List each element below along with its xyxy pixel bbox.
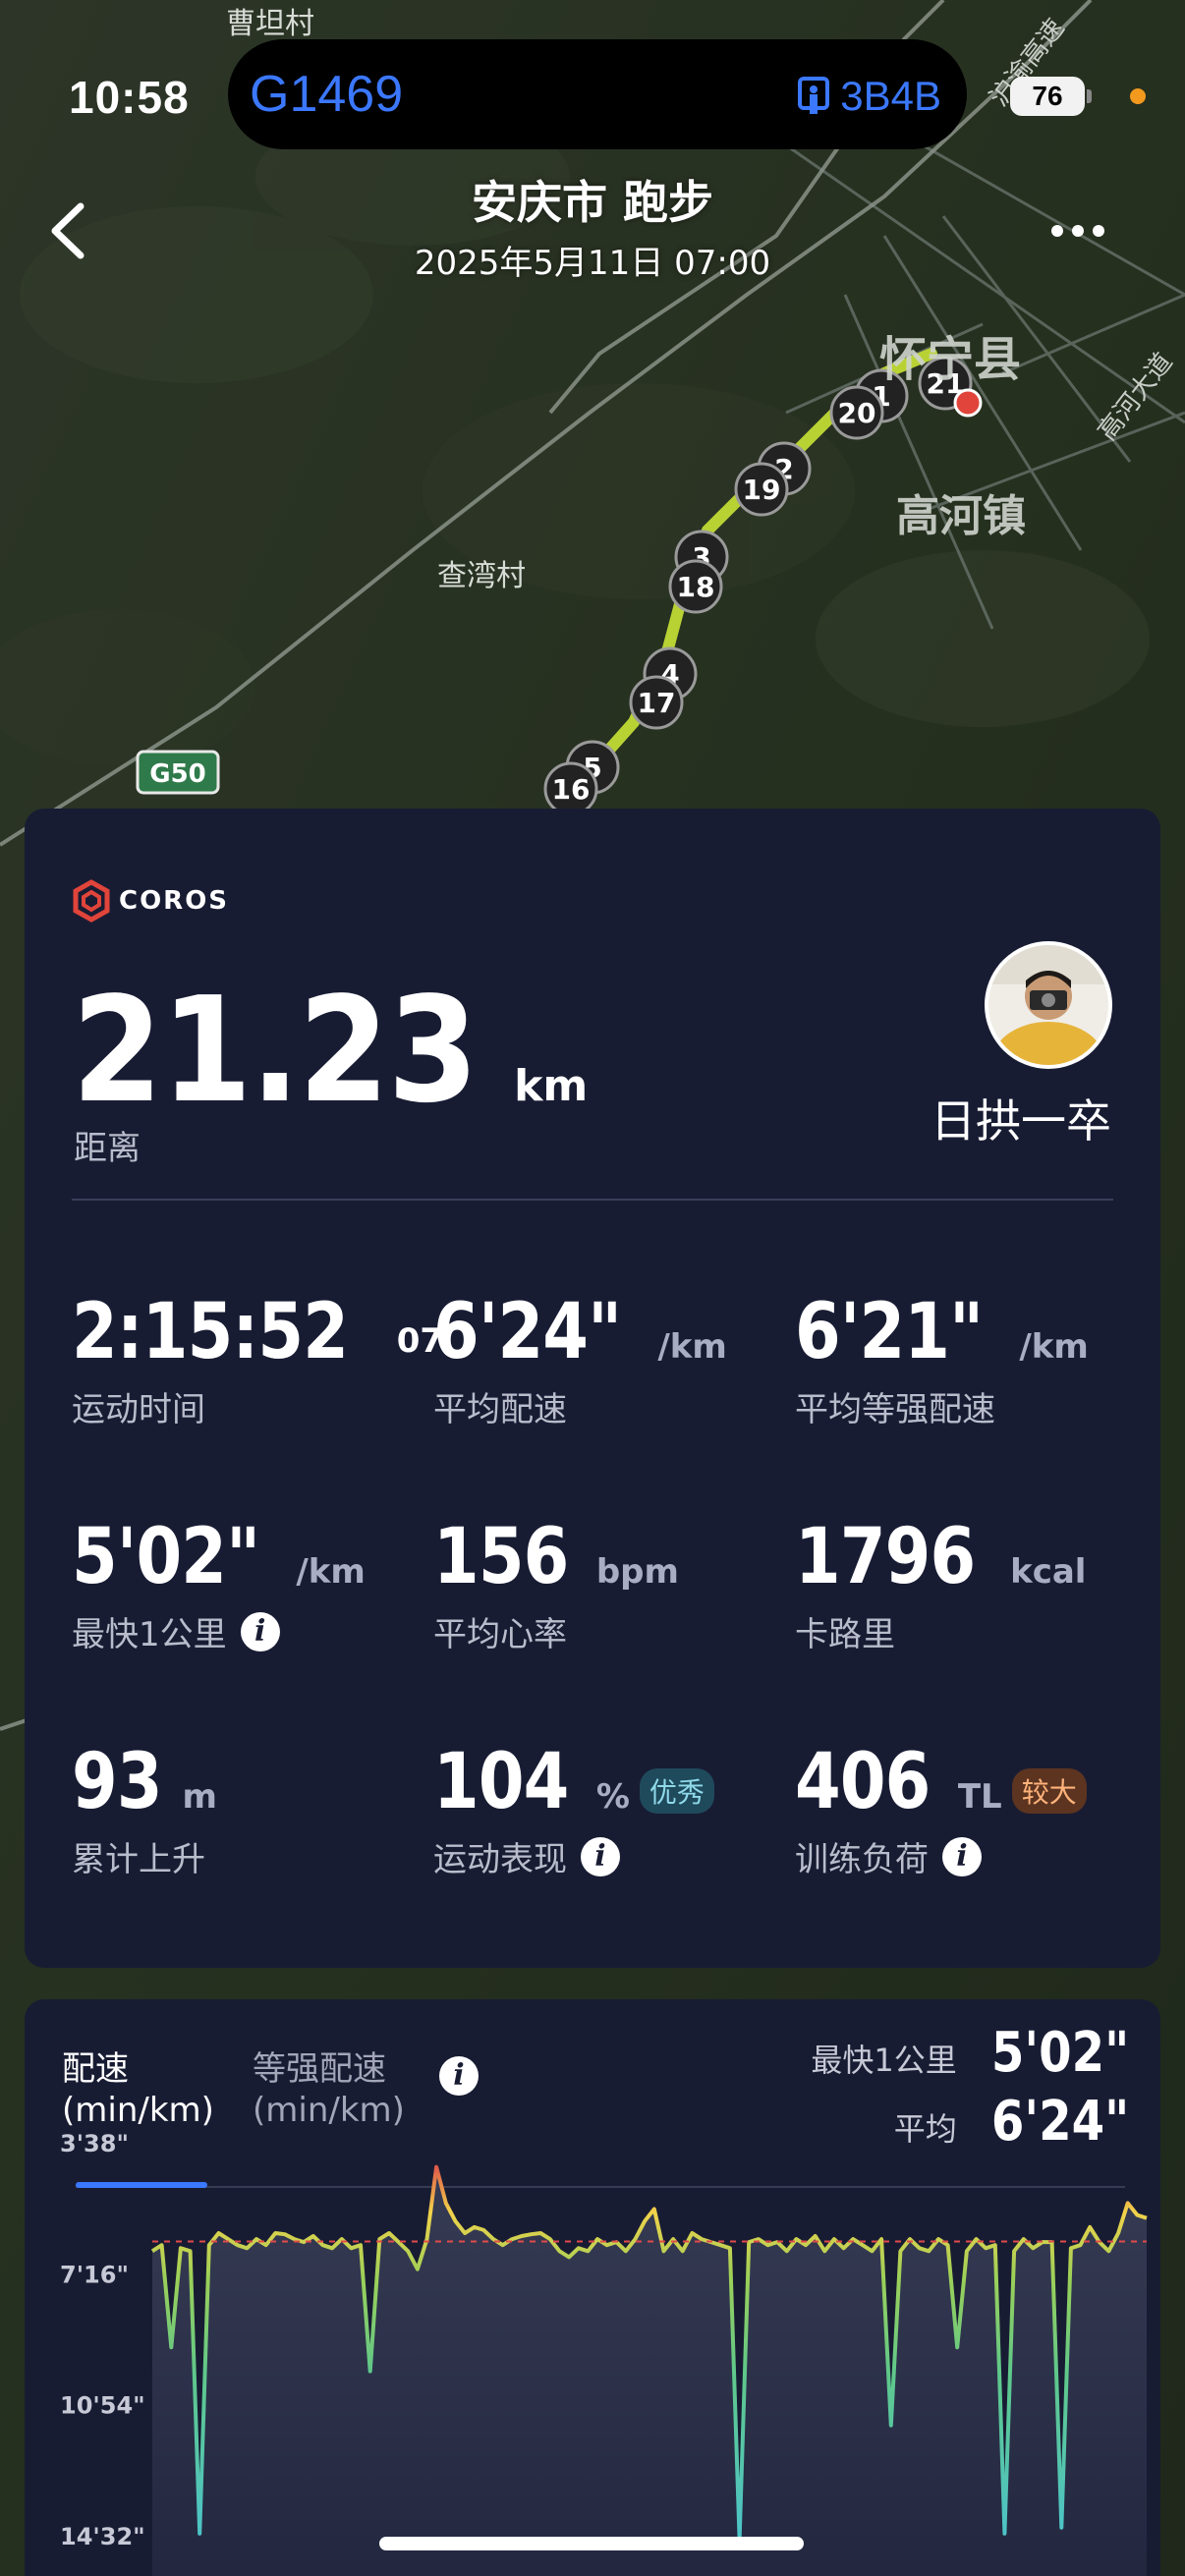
metric-label: 运动时间 <box>72 1390 205 1429</box>
info-icon[interactable]: i <box>240 1611 280 1652</box>
metric-unit: kcal <box>1010 1552 1087 1592</box>
svg-text:20: 20 <box>838 397 876 429</box>
metric-unit: TL <box>957 1777 1002 1817</box>
metric-avg-pace: 6'24" /km 平均配速 <box>433 1288 727 1430</box>
more-dot <box>1072 225 1084 237</box>
y-axis-tick-label: 3'38" <box>60 2130 129 2157</box>
y-axis-tick-label: 10'54" <box>60 2392 145 2420</box>
metric-label: 平均心率 <box>433 1615 567 1654</box>
metric-unit: /km <box>296 1552 366 1592</box>
training-load-badge: 较大 <box>1011 1768 1087 1814</box>
dynamic-island[interactable]: G1469 3B4B <box>228 39 967 149</box>
brand-name: COROS <box>119 886 230 916</box>
svg-text:16: 16 <box>552 773 591 806</box>
metric-value: 5'02" <box>72 1513 260 1601</box>
metric-label: 平均等强配速 <box>795 1390 995 1429</box>
y-axis-tick-label: 14'32" <box>60 2523 145 2550</box>
brand-logo: COROS <box>72 879 229 923</box>
distance-unit: km <box>514 1061 589 1111</box>
metric-unit: % <box>595 1777 630 1817</box>
pace-chart[interactable]: 3'38" 7'16" 10'54" 14'32" <box>25 1999 1160 2576</box>
metric-value: 1796 <box>795 1513 976 1601</box>
svg-text:G50: G50 <box>149 759 206 789</box>
distance-value: 21.23 <box>72 966 479 1135</box>
coros-logo-icon <box>73 879 110 923</box>
metric-avg-heart-rate: 156 bpm 平均心率 <box>433 1513 679 1655</box>
home-indicator[interactable] <box>379 2537 804 2550</box>
metric-value: 104 <box>433 1738 569 1826</box>
seat-number: 3B4B <box>840 73 941 119</box>
metric-performance: 104% 优秀 运动表现 i <box>433 1738 714 1880</box>
metric-unit: /km <box>1019 1327 1089 1367</box>
info-icon[interactable]: i <box>942 1836 982 1876</box>
metric-label: 最快1公里 <box>72 1615 227 1654</box>
seat-icon <box>798 77 830 114</box>
metric-value: 156 <box>433 1513 569 1601</box>
metric-fastest-km: 5'02" /km 最快1公里 i <box>72 1513 366 1655</box>
metric-label: 运动表现 <box>433 1840 567 1879</box>
distance-value-group: 21.23 km <box>72 966 588 1135</box>
battery-indicator: 76 <box>1010 77 1092 116</box>
privacy-indicator-dot <box>1130 88 1146 104</box>
more-options-button[interactable] <box>1051 216 1110 246</box>
route-marker-20: 20 <box>829 385 884 440</box>
distance-label: 距离 <box>74 1129 141 1168</box>
place-label: 怀宁县 <box>879 332 1021 387</box>
place-label: 高河镇 <box>896 491 1026 541</box>
route-marker-19: 19 <box>734 462 789 517</box>
metric-unit: m <box>182 1777 217 1817</box>
svg-text:19: 19 <box>743 474 781 506</box>
highway-shield: G50 <box>136 750 220 795</box>
info-icon[interactable]: i <box>581 1836 620 1876</box>
route-end-marker <box>953 388 983 418</box>
activity-datetime: 2025年5月11日 07:00 <box>414 244 771 283</box>
train-number: G1469 <box>250 66 404 123</box>
username: 日拱一卒 <box>931 1094 1111 1148</box>
place-label: 曹坦村 <box>226 7 314 41</box>
metric-label: 累计上升 <box>72 1840 205 1879</box>
metric-value: 406 <box>795 1738 931 1826</box>
status-time: 10:58 <box>69 72 190 123</box>
pace-chart-card: 配速 (min/km) 等强配速 (min/km) i 最快1公里 5'02" … <box>25 1999 1160 2576</box>
metric-value: 6'24" <box>433 1288 622 1376</box>
svg-text:17: 17 <box>638 687 676 719</box>
place-label: 查湾村 <box>437 559 526 593</box>
user-photo <box>988 945 1108 1065</box>
metric-training-load: 406 TL 较大 训练负荷 i <box>795 1738 1087 1880</box>
metric-label: 卡路里 <box>795 1615 895 1654</box>
metric-unit: /km <box>657 1327 727 1367</box>
metric-elevation-gain: 93 m 累计上升 <box>72 1738 217 1880</box>
metric-label: 训练负荷 <box>795 1840 929 1879</box>
metric-avg-grade-adjusted-pace: 6'21" /km 平均等强配速 <box>795 1288 1089 1430</box>
metric-value: 2:15:52 <box>72 1288 349 1376</box>
metric-value: 93 <box>72 1738 162 1826</box>
avatar[interactable] <box>985 941 1112 1069</box>
route-marker-18: 18 <box>668 559 723 614</box>
performance-badge: 优秀 <box>639 1768 714 1814</box>
seat-info: 3B4B <box>797 73 941 120</box>
more-dot <box>1093 225 1104 237</box>
svg-text:18: 18 <box>677 571 715 603</box>
activity-summary-card: COROS 21.23 km 距离 日拱一卒 2:15:52 07 运动时间 6'… <box>25 809 1160 1968</box>
metric-duration: 2:15:52 07 运动时间 <box>72 1288 443 1430</box>
activity-title: 安庆市 跑步 <box>471 176 713 229</box>
metric-value: 6'21" <box>795 1288 984 1376</box>
metric-unit: bpm <box>595 1552 679 1592</box>
metric-calories: 1796 kcal 卡路里 <box>795 1513 1086 1655</box>
y-axis-tick-label: 7'16" <box>60 2261 129 2288</box>
more-horizontal-icon <box>1051 225 1063 237</box>
route-marker-16: 16 <box>543 761 598 816</box>
metric-label: 平均配速 <box>433 1390 567 1429</box>
section-divider <box>72 1199 1113 1201</box>
route-marker-17: 17 <box>629 675 684 730</box>
